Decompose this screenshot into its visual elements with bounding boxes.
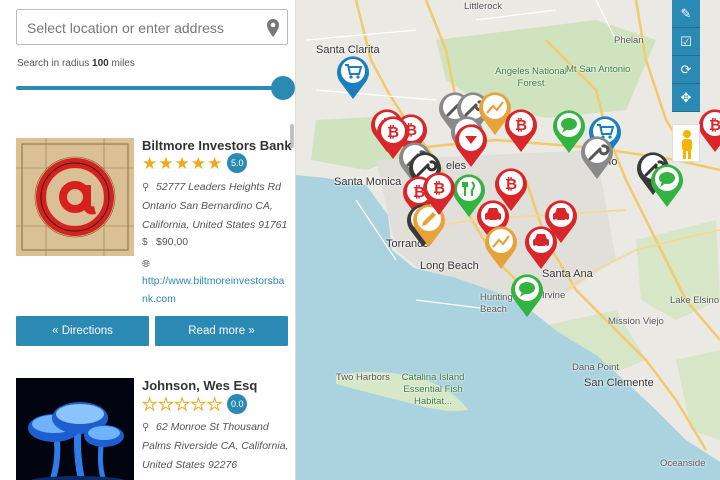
bitcoin-map-marker[interactable]: ₿ [502,105,540,153]
map-controls: ✎ ☑ ⟳ ✥ [672,0,700,112]
svg-text:₿: ₿ [433,179,445,197]
listing-title[interactable]: Johnson, Wes Esq [142,378,257,393]
car-icon [525,226,557,269]
rating-badge: 5.0 [227,153,248,173]
directions-button[interactable]: « Directions [16,316,149,346]
map-marker-icon: ⚲ [142,182,150,193]
rating-stars: ★ ★ ★ ★ ★ 0.0 [141,394,248,414]
pencil-icon[interactable]: ✎ [672,0,700,28]
listing-title[interactable]: Biltmore Investors Bank [142,138,292,153]
chat-bubble-map-marker[interactable] [648,160,686,208]
radius-slider-track[interactable] [16,86,284,90]
car-map-marker[interactable] [522,222,560,270]
dollar-icon: $ [142,237,148,248]
star-empty-icon: ★ [158,394,174,414]
svg-text:₿: ₿ [505,175,517,193]
rating-badge: 0.0 [227,394,248,414]
svg-text:₿: ₿ [709,116,720,134]
edit-icon[interactable]: ☑ [672,28,700,56]
chart-icon [485,226,517,269]
location-search-input[interactable]: Select location or enter address [16,9,288,45]
listing-sidebar: Select location or enter address Search … [0,0,296,480]
place-label: Two Harbors [336,372,390,383]
place-label: Santa Monica [334,176,402,188]
arrow-down-map-marker[interactable] [452,120,490,168]
listing-address: ⚲ 62 Monroe St Thousand Palms Riverside … [142,418,292,475]
star-filled-icon: ★ [158,153,174,173]
place-label: Phelan [614,35,644,46]
rating-stars: ★ ★ ★ ★ ★ 5.0 [142,153,248,173]
cart-icon [337,56,369,99]
radius-label: Search in radius 100 miles [17,58,135,69]
search-placeholder: Select location or enter address [27,20,224,36]
place-label: Catalina Island Essential Fish Habitat..… [401,372,465,407]
star-filled-icon: ★ [190,153,206,173]
listing-image-at-sign[interactable] [16,138,134,256]
cart-map-marker[interactable] [334,52,372,100]
chat-bubble-map-marker[interactable] [508,270,546,318]
star-empty-icon: ★ [190,394,206,414]
globe-icon: 🌐︎ [142,259,150,270]
place-label: Mission Viejo [608,316,664,327]
star-empty-icon: ★ [206,394,223,414]
place-label: Mt San Antonio [566,64,631,75]
bitcoin-map-marker[interactable]: ₿ [420,168,458,216]
radius-slider-handle[interactable] [271,76,295,100]
bitcoin-icon: ₿ [423,172,455,215]
wrench-map-marker[interactable] [578,132,616,180]
star-empty-icon: ★ [174,394,190,414]
wrench-icon [581,136,613,179]
place-label: San Clemente [584,377,654,389]
chat-bubble-icon [651,164,683,207]
place-label: Dana Point [572,362,620,373]
place-label: Littlerock [464,1,503,12]
chat-bubble-icon [511,274,543,317]
arrow-down-icon [455,124,487,167]
read-more-button[interactable]: Read more » [155,316,288,346]
street-view-pegman-icon[interactable] [672,124,700,162]
place-label: Angeles National Forest [495,66,567,89]
svg-text:₿: ₿ [515,116,527,134]
chart-map-marker[interactable] [482,222,520,270]
refresh-icon[interactable]: ⟳ [672,56,700,84]
map-marker-icon: ⚲ [142,422,150,433]
star-filled-icon: ★ [142,153,158,173]
location-pin-icon[interactable] [267,19,279,37]
bitcoin-icon: ₿ [505,109,537,152]
listing-address: ⚲ 52777 Leaders Heights Rd Ontario San B… [142,178,292,235]
place-label: Long Beach [420,260,479,272]
star-filled-icon: ★ [174,153,190,173]
star-filled-icon: ★ [207,153,223,173]
listing-image-mushrooms[interactable] [16,378,134,480]
map-canvas[interactable]: Littlerock Phelan Santa Clarita Angeles … [296,0,720,480]
locate-icon[interactable]: ✥ [672,84,700,112]
place-label: Lake Elsino [670,295,720,306]
listing-price: $ $90,00 [142,233,292,252]
place-label: Oceanside [660,458,706,469]
listing-website-link[interactable]: http://www.biltmoreinvestorsbank.com [142,272,290,308]
star-empty-icon: ★ [141,394,158,414]
radius-value: 100 [92,58,109,69]
